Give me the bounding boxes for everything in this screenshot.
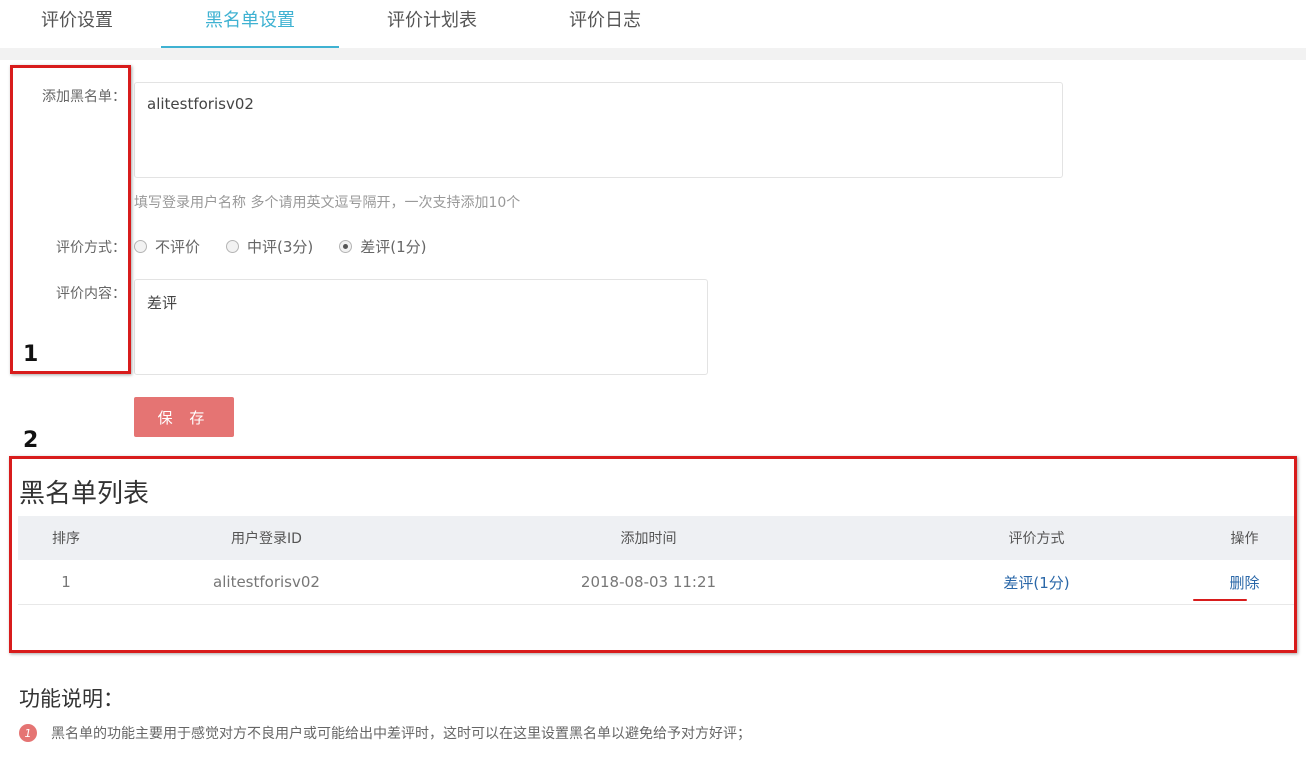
header-user-id: 用户登录ID	[231, 531, 302, 547]
annotation-number-2: 2	[23, 428, 39, 453]
blacklist-table: 排序 用户登录ID 添加时间 评价方式 操作 1 alitestforisv02…	[18, 516, 1294, 605]
cell-index: 1	[61, 573, 71, 591]
tab-bar: 评价设置 黑名单设置 评价计划表 评价日志	[0, 0, 1306, 48]
radio-neutral-rating[interactable]: 中评(3分)	[226, 236, 313, 257]
annotation-box-1	[10, 65, 131, 374]
radio-circle-icon[interactable]	[134, 239, 147, 253]
radio-no-rating[interactable]: 不评价	[134, 236, 200, 257]
radio-label: 不评价	[155, 237, 201, 256]
radio-label: 中评(3分)	[247, 237, 314, 256]
tab-rating-log[interactable]: 评价日志	[550, 0, 660, 48]
delete-link[interactable]: 删除	[1229, 574, 1259, 592]
tab-rating-settings[interactable]: 评价设置	[22, 0, 132, 48]
rating-content-input[interactable]: 差评	[134, 279, 708, 375]
description-title: 功能说明：	[19, 687, 124, 711]
annotation-underline	[1193, 599, 1247, 601]
add-blacklist-hint: 填写登录用户名称 多个请用英文逗号隔开，一次支持添加10个	[134, 195, 521, 211]
rating-link[interactable]: 差评(1分)	[1003, 574, 1069, 592]
radio-circle-icon[interactable]	[226, 239, 240, 253]
header-action: 操作	[1230, 531, 1259, 547]
add-blacklist-input[interactable]: alitestforisv02	[134, 82, 1063, 178]
description-item: 1 黑名单的功能主要用于感觉对方不良用户或可能给出中差评时，这时可以在这里设置黑…	[19, 723, 751, 743]
header-added-time: 添加时间	[620, 531, 677, 547]
tab-blacklist-settings[interactable]: 黑名单设置	[161, 0, 339, 48]
tab-divider	[0, 48, 1306, 60]
radio-circle-checked-icon[interactable]	[339, 239, 353, 253]
radio-negative-rating[interactable]: 差评(1分)	[339, 236, 427, 257]
cell-user-id: alitestforisv02	[213, 573, 320, 591]
tab-rating-schedule[interactable]: 评价计划表	[376, 0, 488, 48]
table-header: 排序 用户登录ID 添加时间 评价方式 操作	[18, 516, 1294, 560]
rating-method-radio-group: 不评价 中评(3分) 差评(1分)	[134, 235, 453, 257]
table-row: 1 alitestforisv02 2018-08-03 11:21 差评(1分…	[18, 560, 1294, 605]
description-text: 黑名单的功能主要用于感觉对方不良用户或可能给出中差评时，这时可以在这里设置黑名单…	[51, 726, 751, 742]
cell-rating: 差评(1分)	[878, 572, 1195, 593]
save-button[interactable]: 保 存	[134, 397, 234, 437]
cell-added-time: 2018-08-03 11:21	[580, 573, 717, 591]
header-rating: 评价方式	[1008, 531, 1065, 547]
number-badge-icon: 1	[19, 724, 37, 742]
cell-action: 删除	[1195, 572, 1294, 593]
header-index: 排序	[52, 531, 80, 547]
annotation-number-1: 1	[23, 342, 39, 367]
radio-label: 差评(1分)	[360, 237, 427, 256]
blacklist-title: 黑名单列表	[19, 479, 150, 509]
